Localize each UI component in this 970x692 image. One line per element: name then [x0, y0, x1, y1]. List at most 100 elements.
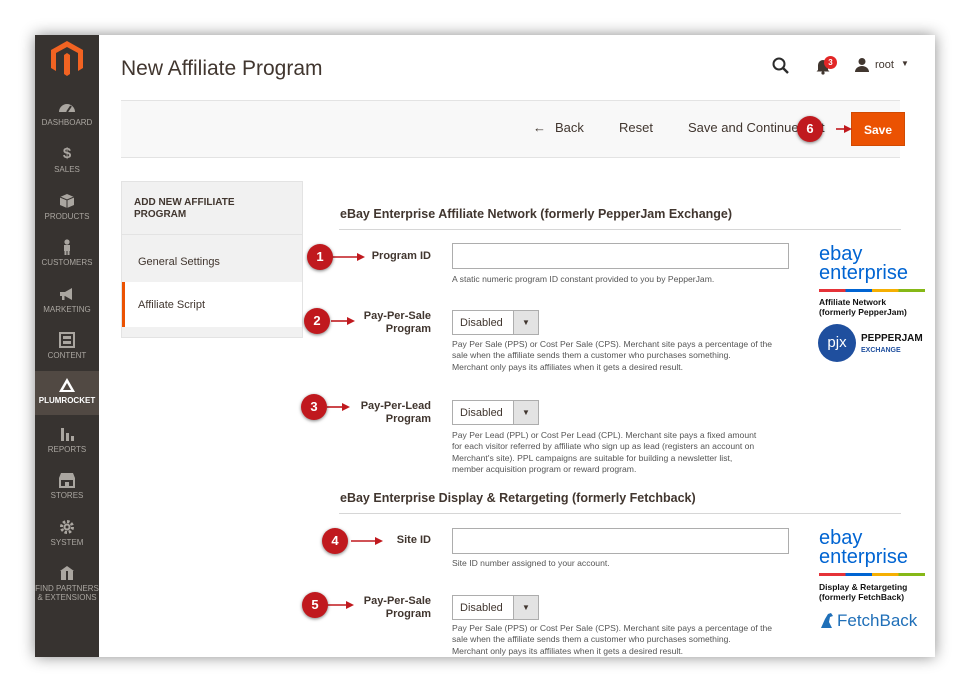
enterprise-logo: enterprise — [819, 262, 908, 284]
nav-stores[interactable]: STORES — [35, 472, 99, 500]
label-line: Pay-Per-Lead — [360, 400, 431, 412]
program-id-label: Program ID — [371, 250, 431, 262]
nav-label: FIND PARTNERS — [35, 584, 99, 593]
nav-customers[interactable]: CUSTOMERS — [35, 239, 99, 267]
nav-system[interactable]: SYSTEM — [35, 519, 99, 547]
tabs-panel: ADD NEW AFFILIATE PROGRAM General Settin… — [121, 181, 303, 338]
exchange-text: EXCHANGE — [861, 347, 901, 354]
enterprise-logo: enterprise — [819, 546, 908, 568]
tab-affiliate-script[interactable]: Affiliate Script — [138, 299, 205, 311]
user-name[interactable]: root — [875, 59, 894, 71]
note-line: Pay Per Sale (PPS) or Cost Per Sale (CPS… — [452, 623, 773, 633]
pay-per-sale-label: Pay-Per-Sale Program — [331, 595, 431, 621]
nav-label: STORES — [50, 491, 84, 500]
user-icon[interactable] — [854, 57, 870, 73]
note-line: Merchant only pays its affiliates when i… — [452, 361, 684, 372]
select-value: Disabled — [460, 407, 503, 419]
label-line: Pay-Per-Sale — [363, 595, 431, 607]
select-value: Disabled — [460, 317, 503, 329]
save-button[interactable]: Save — [851, 112, 905, 146]
pay-per-sale-select[interactable]: Disabled ▼ — [452, 595, 539, 620]
field-note: A static numeric program ID constant pro… — [452, 274, 715, 284]
page-actions-bar: ← Back Reset Save and Continue Edit — [121, 100, 900, 158]
magento-logo-icon[interactable] — [51, 41, 83, 77]
nav-label: DASHBOARD — [41, 118, 93, 127]
field-note: Pay Per Lead (PPL) or Cost Per Lead (CPL… — [452, 430, 794, 475]
pay-per-sale-select[interactable]: Disabled ▼ — [452, 310, 539, 335]
select-value: Disabled — [460, 602, 503, 614]
caption-line: Display & Retargeting — [819, 582, 908, 592]
partners-icon — [60, 566, 74, 580]
note-line: for each visitor referred by affiliate w… — [452, 441, 755, 452]
search-icon[interactable] — [772, 57, 790, 75]
back-button[interactable]: Back — [555, 120, 584, 135]
chevron-down-icon[interactable]: ▼ — [513, 401, 538, 424]
ebay-logo: ebay — [819, 243, 863, 265]
nav-products[interactable]: PRODUCTS — [35, 193, 99, 221]
label-line: Program — [385, 413, 431, 425]
nav-label: CUSTOMERS — [41, 258, 93, 267]
page-title: New Affiliate Program — [121, 57, 323, 80]
note-line: Pay Per Sale (PPS) or Cost Per Sale (CPS… — [452, 339, 773, 349]
pjx-logo: pjx — [818, 324, 856, 362]
tab-general-settings[interactable]: General Settings — [138, 256, 220, 268]
nav-find-partners[interactable]: FIND PARTNERS & EXTENSIONS — [35, 565, 99, 602]
store-icon — [59, 473, 75, 488]
pay-per-lead-select[interactable]: Disabled ▼ — [452, 400, 539, 425]
nav-label: & EXTENSIONS — [37, 593, 97, 602]
nav-sales[interactable]: $ SALES — [35, 145, 99, 175]
label-line: Program — [385, 323, 431, 335]
admin-sidebar: DASHBOARD $ SALES PRODUCTS CUSTOMERS MAR… — [35, 35, 99, 657]
label-line: Program — [385, 608, 431, 620]
caption-line: (formerly FetchBack) — [819, 592, 905, 602]
chevron-down-icon[interactable]: ▼ — [513, 596, 538, 619]
program-id-input[interactable] — [452, 243, 789, 269]
dashboard-icon — [59, 104, 75, 113]
divider — [122, 234, 302, 235]
gear-icon — [60, 520, 74, 534]
field-note: Pay Per Sale (PPS) or Cost Per Sale (CPS… — [452, 623, 794, 657]
callout-6: 6 — [797, 116, 823, 142]
tabs-heading-line: ADD NEW AFFILIATE — [134, 197, 235, 208]
megaphone-icon — [60, 288, 72, 300]
nav-content[interactable]: CONTENT — [35, 332, 99, 360]
callout-5: 5 — [302, 592, 328, 618]
nav-plumrocket[interactable]: PLUMROCKET — [35, 371, 99, 415]
nav-label: CONTENT — [47, 351, 87, 360]
nav-label: MARKETING — [43, 305, 91, 314]
label-line: Pay-Per-Sale — [363, 310, 431, 322]
dollar-icon: $ — [62, 145, 72, 162]
nav-label: PLUMROCKET — [38, 396, 96, 405]
nav-label: PRODUCTS — [44, 212, 90, 221]
field-note: Pay Per Sale (PPS) or Cost Per Sale (CPS… — [452, 339, 794, 373]
note-line: Pay Per Lead (PPL) or Cost Per Lead (CPL… — [452, 430, 757, 440]
chevron-down-icon[interactable]: ▼ — [513, 311, 538, 334]
nav-reports[interactable]: REPORTS — [35, 426, 99, 454]
bar-chart-icon — [61, 428, 74, 441]
admin-window: DASHBOARD $ SALES PRODUCTS CUSTOMERS MAR… — [35, 35, 935, 657]
fetchback-logo: FetchBack — [837, 611, 918, 630]
nav-label: SYSTEM — [50, 538, 84, 547]
note-line: sale when the affiliate sends them a cus… — [452, 634, 731, 645]
section-title: eBay Enterprise Display & Retargeting (f… — [340, 491, 696, 505]
nav-marketing[interactable]: MARKETING — [35, 286, 99, 314]
callout-2: 2 — [304, 308, 330, 334]
pay-per-sale-label: Pay-Per-Sale Program — [331, 310, 431, 336]
site-id-input[interactable] — [452, 528, 789, 554]
pepperjam-wordmark: PEPPERJAM EXCHANGE — [861, 333, 923, 356]
pepperjam-text: PEPPERJAM — [861, 333, 923, 344]
tabs-heading-line: PROGRAM — [134, 209, 187, 220]
fetchback-dog-icon — [821, 613, 833, 628]
chevron-down-icon[interactable]: ▼ — [901, 59, 909, 68]
back-arrow-icon[interactable]: ← — [533, 120, 546, 135]
nav-dashboard[interactable]: DASHBOARD — [35, 99, 99, 127]
callout-3: 3 — [301, 394, 327, 420]
divider — [339, 513, 901, 514]
section-title: eBay Enterprise Affiliate Network (forme… — [340, 207, 733, 221]
reset-button[interactable]: Reset — [619, 120, 653, 135]
note-line: member acquisition program or reward pro… — [452, 463, 637, 474]
callout-1: 1 — [307, 244, 333, 270]
nav-label: SALES — [54, 165, 80, 174]
nav-label: REPORTS — [47, 445, 87, 454]
person-icon — [64, 239, 70, 255]
